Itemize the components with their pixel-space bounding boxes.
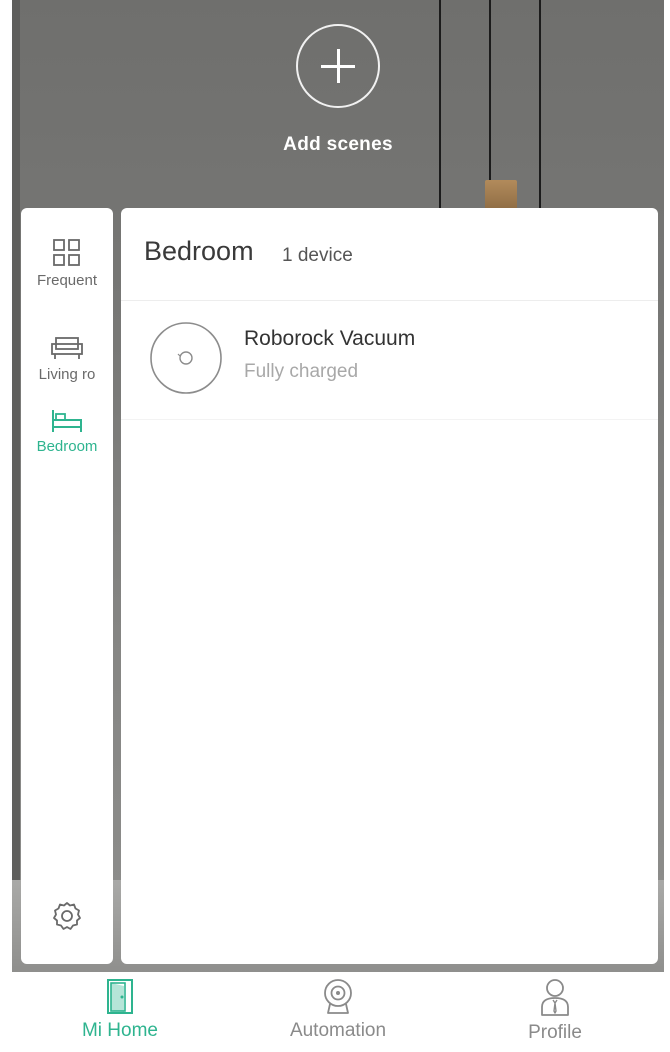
sidebar-item-label: Bedroom — [36, 438, 98, 455]
room-sidebar: Frequent Living ro Bedroom — [21, 208, 113, 964]
add-scenes-label[interactable]: Add scenes — [0, 134, 670, 156]
device-card-roborock[interactable]: Roborock Vacuum Fully charged — [121, 301, 658, 420]
profile-icon — [541, 979, 569, 1016]
gear-icon — [53, 902, 81, 930]
grid-icon — [53, 239, 80, 266]
plus-icon — [337, 49, 340, 83]
room-header: Bedroom 1 device — [121, 208, 658, 301]
room-settings-button[interactable] — [51, 900, 83, 932]
sidebar-item-label: Living ro — [38, 366, 96, 383]
room-title: Bedroom — [144, 236, 254, 266]
sidebar-item-label: Frequent — [36, 272, 98, 289]
device-name: Roborock Vacuum — [244, 327, 416, 350]
tab-automation[interactable]: Automation — [258, 978, 418, 1042]
tab-profile[interactable]: Profile — [475, 978, 635, 1044]
sidebar-item-bedroom[interactable]: Bedroom — [21, 408, 113, 455]
bottom-navigation: Mi Home Automation Profile — [0, 972, 670, 1052]
tab-label: Mi Home — [81, 1020, 158, 1041]
add-scene-button[interactable] — [296, 24, 380, 108]
home-door-icon — [107, 979, 133, 1014]
sidebar-item-frequent[interactable]: Frequent — [21, 238, 113, 289]
sofa-icon — [51, 337, 83, 359]
device-status: Fully charged — [244, 361, 359, 382]
tab-label: Automation — [289, 1020, 387, 1041]
robot-vacuum-icon — [150, 322, 222, 394]
sidebar-item-living-room[interactable]: Living ro — [21, 334, 113, 383]
app-root: Add scenes Frequent Living ro Bedroom Be… — [0, 0, 670, 1052]
tab-mi-home[interactable]: Mi Home — [40, 978, 200, 1042]
tab-label: Profile — [528, 1022, 582, 1043]
add-scenes-section: Add scenes — [0, 24, 670, 156]
bed-icon — [52, 410, 82, 432]
device-count: 1 device — [282, 245, 353, 266]
room-panel: Bedroom 1 device Roborock Vacuum Fully c… — [121, 208, 658, 964]
automation-icon — [324, 979, 352, 1014]
